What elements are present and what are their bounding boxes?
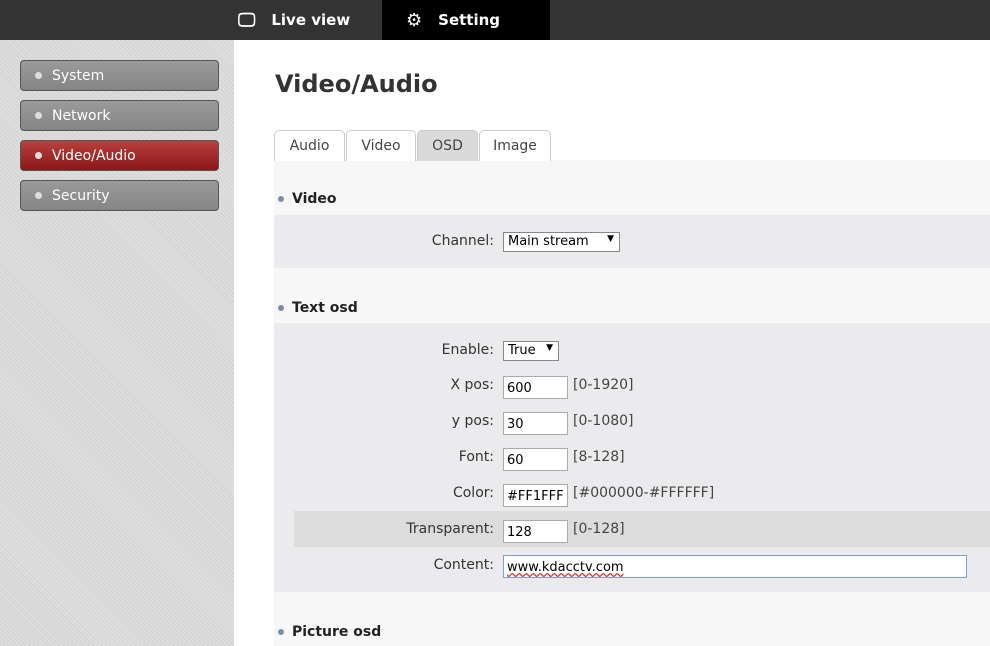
nav-live-view[interactable]: 🖵 Live view (238, 0, 350, 40)
sidebar-item-label: System (52, 67, 105, 84)
bullet-icon (35, 152, 42, 159)
channel-value: Main stream (508, 234, 589, 249)
enable-value: True (508, 343, 536, 358)
bullet-icon (278, 305, 284, 311)
color-input[interactable]: #FF1FFF (503, 484, 568, 507)
sidebar-item-label: Network (52, 107, 111, 124)
sidebar-item-network[interactable]: Network (20, 100, 219, 131)
content-input[interactable]: www.kdacctv.com (503, 555, 967, 578)
transparent-range: [0-128] (573, 521, 625, 537)
xpos-label: X pos: (450, 377, 494, 393)
dropdown-arrow-icon: ▼ (546, 343, 553, 353)
tab-audio[interactable]: Audio (274, 130, 345, 161)
bullet-icon (278, 196, 284, 202)
page-title: Video/Audio (275, 70, 438, 98)
section-heading: Picture osd (292, 624, 382, 640)
tab-osd[interactable]: OSD (417, 130, 478, 161)
ypos-input[interactable]: 30 (503, 412, 568, 435)
gear-icon: ⚙ (406, 9, 423, 31)
sidebar-item-video-audio[interactable]: Video/Audio (20, 140, 219, 171)
monitor-icon: 🖵 (238, 9, 256, 31)
enable-select[interactable]: True ▼ (503, 341, 559, 361)
sidebar-item-label: Security (52, 187, 110, 204)
transparent-input[interactable]: 128 (503, 520, 568, 543)
transparent-label: Transparent: (406, 521, 494, 537)
section-video: Video (278, 191, 337, 207)
sidebar-item-system[interactable]: System (20, 60, 219, 91)
content-value: www.kdacctv.com (507, 560, 624, 575)
xpos-range: [0-1920] (573, 377, 634, 393)
nav-setting[interactable]: ⚙ Setting (382, 0, 550, 40)
section-picture-osd: Picture osd (278, 624, 381, 640)
content-label: Content: (433, 557, 494, 573)
bullet-icon (35, 112, 42, 119)
xpos-input[interactable]: 600 (503, 376, 568, 399)
color-label: Color: (452, 485, 494, 501)
font-label: Font: (458, 449, 494, 465)
nav-setting-label: Setting (438, 11, 501, 29)
enable-label: Enable: (441, 342, 494, 358)
nav-live-view-label: Live view (271, 11, 351, 29)
dropdown-arrow-icon: ▼ (607, 234, 614, 244)
bullet-icon (278, 629, 284, 635)
sidebar-item-security[interactable]: Security (20, 180, 219, 211)
channel-label: Channel: (431, 233, 494, 249)
section-heading: Text osd (292, 300, 358, 316)
section-text-osd: Text osd (278, 300, 358, 316)
bullet-icon (35, 72, 42, 79)
ypos-label: y pos: (451, 413, 494, 429)
color-range: [#000000-#FFFFFF] (573, 485, 715, 501)
tab-image[interactable]: Image (479, 130, 551, 161)
font-input[interactable]: 60 (503, 448, 568, 471)
sidebar-item-label: Video/Audio (52, 147, 136, 164)
ypos-range: [0-1080] (573, 413, 634, 429)
bullet-icon (35, 192, 42, 199)
channel-select[interactable]: Main stream ▼ (503, 232, 620, 252)
font-range: [8-128] (573, 449, 625, 465)
section-heading: Video (292, 191, 337, 207)
tab-video[interactable]: Video (346, 130, 416, 161)
